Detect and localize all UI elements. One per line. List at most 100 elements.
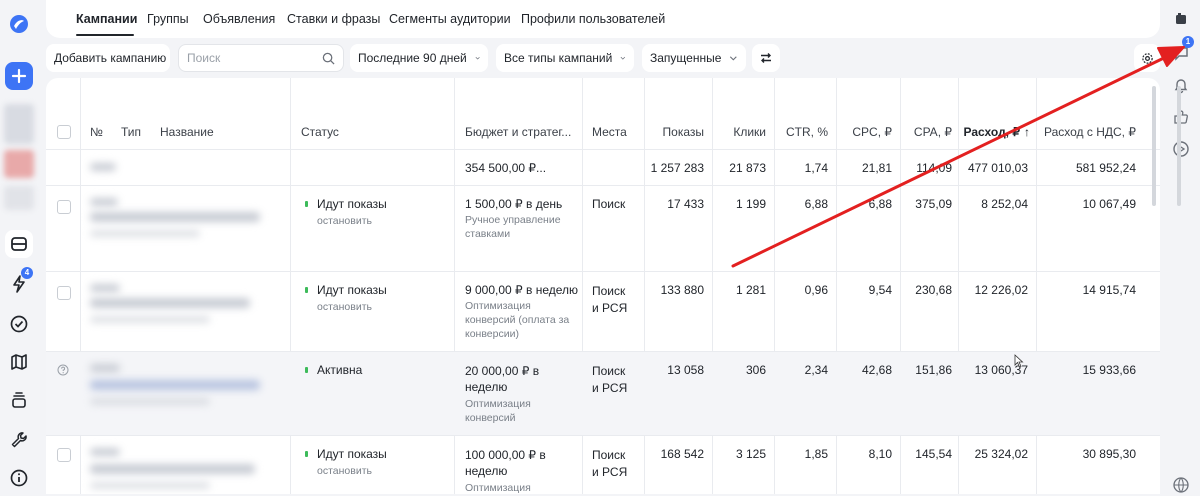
table-row[interactable]: Идут показы остановить 100 000,00 ₽ в не… [46,436,1160,494]
play-circle-icon[interactable] [1170,138,1192,160]
col-name[interactable]: Название [160,125,214,139]
col-spend-vat[interactable]: Расход с НДС, ₽ [1038,125,1136,139]
col-status[interactable]: Статус [301,125,339,139]
table-row[interactable]: Активна 20 000,00 ₽ в неделю Оптимизация… [46,352,1160,436]
tab-ads[interactable]: Объявления [203,12,275,26]
campaigns-nav-icon[interactable] [5,230,33,258]
spend-value: 25 324,02 [974,447,1028,461]
col-spend[interactable]: Расход, ₽ [960,125,1020,139]
account-avatar-tertiary[interactable] [4,186,34,210]
layers-nav-icon[interactable] [5,386,33,414]
right-rail-scrollbar[interactable] [1177,86,1181,206]
cpa-value: 230,68 [915,283,952,297]
totals-spend: 477 010,03 [967,161,1028,175]
row-checkbox[interactable] [57,286,71,300]
bell-icon[interactable] [1170,74,1192,96]
col-clicks[interactable]: Клики [714,125,766,139]
totals-cpc: 21,81 [861,161,892,175]
budget-value[interactable]: 1 500,00 ₽ в день [465,197,562,211]
direct-logo-icon[interactable] [5,10,33,38]
info-nav-icon[interactable] [5,464,33,492]
tab-user-profiles[interactable]: Профили пользователей [521,12,665,26]
wrench-nav-icon[interactable] [5,426,33,454]
campaign-id-blurred [90,284,120,292]
chevron-down-icon [730,56,738,61]
chevron-down-icon [475,56,480,60]
col-num[interactable]: № [90,125,103,139]
table-row[interactable]: Идут показы остановить 9 000,00 ₽ в неде… [46,272,1160,352]
search-input[interactable]: Поиск [178,44,344,72]
period-select[interactable]: Последние 90 дней [350,44,488,72]
create-plus-button[interactable] [5,62,33,90]
account-avatar-secondary[interactable] [4,150,34,178]
budget-value[interactable]: 20 000,00 ₽ в неделю [465,363,575,395]
clicks-value: 3 125 [735,447,766,461]
campaign-types-select[interactable]: Все типы кампаний [496,44,634,72]
state-label: Запущенные [650,51,722,65]
ctr-value: 1,85 [804,447,828,461]
gear-icon [1141,52,1153,64]
left-nav-rail: 4 [0,0,38,494]
totals-label-blurred [90,163,116,171]
campaign-id-blurred [90,364,120,372]
campaign-name-blurred[interactable] [90,464,255,474]
stop-link[interactable]: остановить [317,465,372,477]
select-all-checkbox[interactable] [57,125,71,139]
totals-budget: 354 500,00 ₽... [465,161,547,175]
table-settings-button[interactable] [1134,44,1160,72]
lightning-badge: 4 [21,267,33,279]
col-ctr[interactable]: CTR, % [776,125,828,139]
chevron-down-icon [620,56,626,60]
campaign-id-blurred [90,198,118,206]
col-cpa[interactable]: CPA, ₽ [902,125,952,139]
row-checkbox[interactable] [57,200,71,214]
map-nav-icon[interactable] [5,348,33,376]
campaign-name-blurred[interactable] [90,212,260,222]
thumbs-up-icon[interactable] [1170,106,1192,128]
col-budget[interactable]: Бюджет и стратег... [465,125,571,139]
status-indicator [305,201,308,207]
period-label: Последние 90 дней [358,51,467,65]
row-checkbox[interactable] [57,448,71,462]
stop-link[interactable]: остановить [317,301,372,313]
spend-vat-value: 15 933,66 [1082,363,1136,377]
spend-vat-value: 10 067,49 [1082,197,1136,211]
account-avatar[interactable] [4,104,34,144]
budget-value[interactable]: 9 000,00 ₽ в неделю [465,283,578,297]
tab-bids[interactable]: Ставки и фразы [287,12,380,26]
budget-strategy: Оптимизация конверсий [465,398,531,424]
col-cpc[interactable]: CPC, ₽ [838,125,892,139]
vertical-scrollbar[interactable] [1152,86,1156,206]
budget-value[interactable]: 100 000,00 ₽ в неделю [465,447,575,479]
globe-icon[interactable] [1170,474,1192,496]
help-circle-icon[interactable] [57,364,69,376]
totals-clicks: 21 873 [729,161,766,175]
add-campaign-button[interactable]: Добавить кампанию [46,44,170,72]
right-tools-rail: 1 [1160,0,1200,494]
status-indicator [305,287,308,293]
section-tabs: Кампании Группы Объявления Ставки и фраз… [46,0,1160,38]
table-row[interactable]: Идут показы остановить 1 500,00 ₽ в день… [46,186,1160,272]
stop-link[interactable]: остановить [317,215,372,227]
tab-audiences[interactable]: Сегменты аудитории [389,12,511,26]
cpc-value: 8,10 [868,447,892,461]
app-icon[interactable] [1170,8,1192,30]
places-value: Поиск [592,197,626,211]
campaign-meta-blurred [90,316,210,323]
places-value: Поиск и РСЯ [592,364,628,395]
tab-groups[interactable]: Группы [147,12,189,26]
col-places[interactable]: Места [592,125,627,139]
cpa-value: 151,86 [915,363,952,377]
col-type[interactable]: Тип [121,125,141,139]
clicks-value: 1 281 [735,283,766,297]
tab-campaigns[interactable]: Кампании [76,12,137,26]
spend-vat-value: 14 915,74 [1082,283,1136,297]
campaign-name-blurred[interactable] [90,298,250,308]
campaigns-table: № Тип Название Статус Бюджет и стратег..… [46,78,1160,494]
impressions-value: 17 433 [667,197,704,211]
campaign-name-blurred[interactable] [90,380,260,390]
col-impressions[interactable]: Показы [646,125,704,139]
state-select[interactable]: Запущенные [642,44,746,72]
check-circle-nav-icon[interactable] [5,310,33,338]
filter-toggle-button[interactable] [752,44,780,72]
